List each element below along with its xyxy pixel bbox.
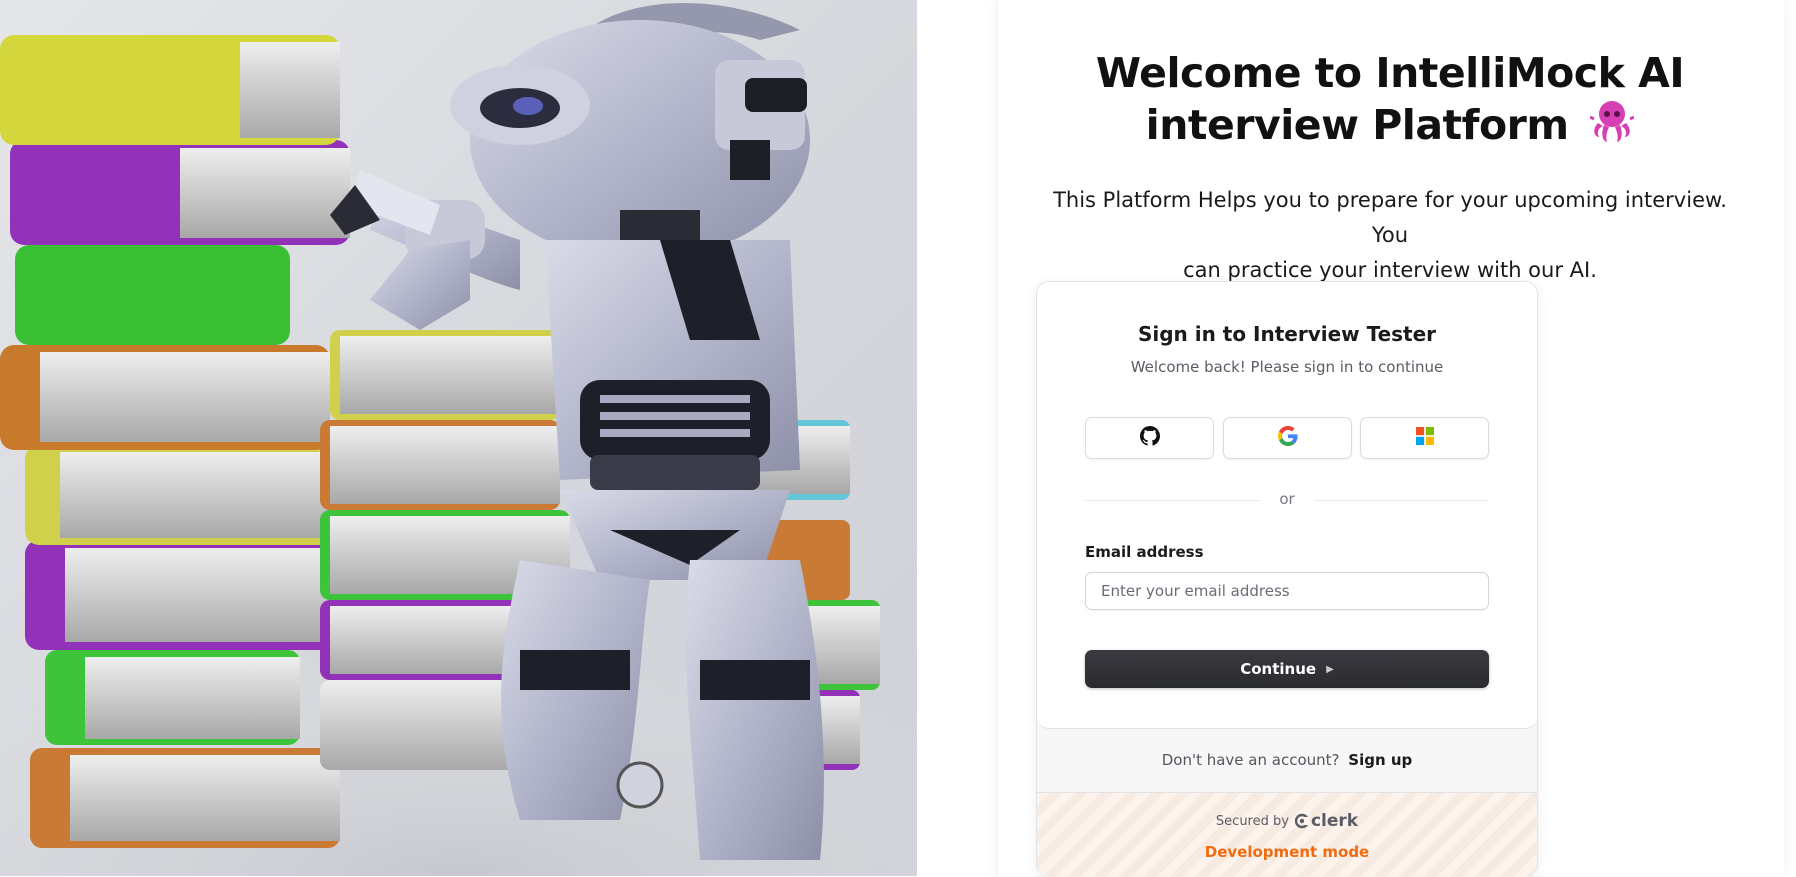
page-subtitle: This Platform Helps you to prepare for y… [1040,183,1740,288]
secured-by-text: Secured by [1215,813,1289,829]
page-title: Welcome to IntelliMock AI interview Plat… [997,48,1783,157]
robot-with-books-image [0,2,917,876]
sign-in-title: Sign in to Interview Tester [1137,322,1437,346]
divider-or: or [1279,490,1295,508]
title-line-2-text: interview Platform [1145,101,1569,149]
continue-button[interactable]: Continue ▶ [1085,650,1489,688]
microsoft-icon [1415,427,1434,449]
title-line-1: Welcome to IntelliMock AI [1095,49,1685,97]
microsoft-sign-in-button[interactable] [1360,417,1489,459]
secured-by-row: Secured by clerk [1037,811,1537,831]
divider-right [1314,500,1489,501]
subtitle-line-1: This Platform Helps you to prepare for y… [1053,188,1727,247]
signup-row: Don't have an account? Sign up [1037,751,1537,769]
sign-up-link[interactable]: Sign up [1348,751,1412,769]
github-sign-in-button[interactable] [1085,417,1214,459]
sign-in-card-main: Sign in to Interview Tester Welcome back… [1037,282,1537,729]
email-input[interactable] [1085,572,1489,610]
sign-in-subtitle: Welcome back! Please sign in to continue [1130,358,1444,376]
google-icon [1277,426,1298,450]
sign-in-card: Sign in to Interview Tester Welcome back… [1036,281,1538,877]
no-account-text: Don't have an account? [1161,751,1340,769]
clerk-icon [1294,813,1309,829]
dev-footer [1037,793,1537,877]
clerk-brand-text: clerk [1310,811,1359,831]
github-icon [1139,426,1160,450]
google-sign-in-button[interactable] [1223,417,1352,459]
octopus-icon [1589,99,1636,157]
caret-right-icon: ▶ [1326,663,1334,675]
clerk-logo[interactable]: clerk [1294,811,1359,831]
email-label: Email address [1085,543,1204,561]
title-line-2: interview Platform [997,99,1783,157]
continue-label: Continue [1240,660,1317,678]
development-mode-label: Development mode [1204,843,1370,861]
hero-illustration [0,0,917,876]
